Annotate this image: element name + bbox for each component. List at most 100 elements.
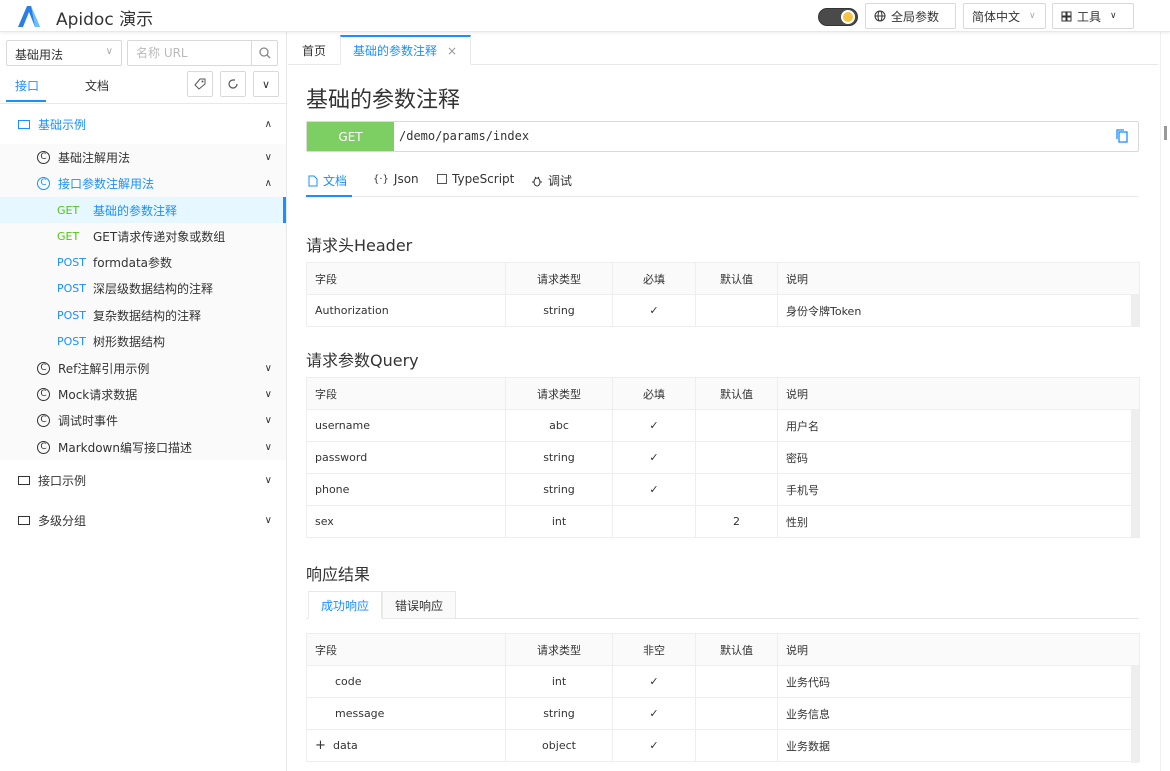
bug-icon — [532, 176, 542, 186]
cell-default — [695, 729, 778, 762]
tree-sub-label: 基础注解用法 — [58, 150, 131, 165]
tree-sub-label: Ref注解引用示例 — [58, 361, 150, 376]
divider — [306, 196, 1139, 197]
section-title-response: 响应结果 — [306, 565, 371, 584]
tag-filter-button[interactable] — [187, 71, 213, 97]
tree-sub-basic-annotation[interactable]: C 基础注解用法 ∨ — [0, 144, 286, 170]
cell-type: string — [505, 473, 613, 506]
table-scrollbar[interactable] — [1131, 295, 1139, 326]
tree-api-item[interactable]: GET GET请求传递对象或数组 — [0, 223, 286, 249]
tree-api-item[interactable]: POST 深层级数据结构的注释 — [0, 275, 286, 301]
tab-typescript[interactable]: TypeScript — [437, 172, 514, 186]
check-icon: ✓ — [612, 441, 696, 474]
tab-error-response[interactable]: 错误响应 — [382, 591, 457, 619]
tree-group-multilevel[interactable]: 多级分组 ∨ — [0, 507, 286, 533]
page-scrollbar[interactable] — [1160, 32, 1170, 771]
close-icon[interactable]: × — [447, 44, 457, 58]
chevron-down-icon: ∨ — [1029, 11, 1036, 21]
controller-icon: C — [37, 361, 50, 375]
response-table: 字段 请求类型 非空 默认值 说明 code int ✓ 业务代码 messag… — [306, 633, 1140, 762]
column-header: 默认值 — [695, 633, 778, 666]
chevron-down-icon: ∨ — [261, 77, 271, 91]
tab-success-response[interactable]: 成功响应 — [308, 591, 383, 619]
controller-icon: C — [37, 150, 50, 164]
scrollbar-thumb[interactable] — [1164, 126, 1167, 140]
tree-api-item[interactable]: POST formdata参数 — [0, 249, 286, 275]
section-title-header: 请求头Header — [306, 236, 413, 255]
method-badge: GET — [57, 203, 80, 217]
cell-default — [695, 665, 778, 698]
expand-icon[interactable]: + — [315, 738, 333, 753]
chevron-down-icon: ∨ — [264, 388, 272, 400]
tab-docs[interactable]: 文档 — [85, 77, 109, 94]
tree-sub-events[interactable]: C 调试时事件 ∨ — [0, 407, 286, 433]
chevron-down-icon: ∨ — [264, 441, 272, 453]
method-badge: POST — [57, 334, 86, 348]
chevron-down-icon: ∨ — [105, 46, 113, 57]
tab-home[interactable]: 首页 — [290, 35, 338, 65]
copy-icon[interactable] — [1116, 129, 1128, 143]
tree-api-item[interactable]: GET 基础的参数注释 — [0, 197, 286, 223]
controller-icon: C — [37, 387, 50, 401]
controller-icon: C — [37, 440, 50, 454]
refresh-button[interactable] — [220, 71, 246, 97]
typescript-icon — [437, 174, 447, 184]
tree-sub-label: Mock请求数据 — [58, 387, 138, 402]
tree-group-basic[interactable]: 基础示例 ∧ — [0, 111, 286, 137]
tree-sub-param-annotation[interactable]: C 接口参数注解用法 ∧ — [0, 170, 286, 196]
table-row: code int ✓ 业务代码 — [306, 665, 1140, 698]
api-label: 基础的参数注释 — [93, 203, 178, 218]
cell-desc: 密码 — [777, 441, 1140, 474]
tab-api[interactable]: 接口 — [15, 77, 39, 94]
column-header: 字段 — [306, 633, 506, 666]
collapse-all-button[interactable]: ∨ — [253, 71, 279, 97]
cell-field: password — [306, 441, 506, 474]
api-label: formdata参数 — [93, 255, 173, 270]
tab-label: 基础的参数注释 — [353, 44, 438, 58]
tree-api-item[interactable]: POST 复杂数据结构的注释 — [0, 302, 286, 328]
theme-toggle[interactable] — [818, 8, 858, 26]
table-row: Authorization string ✓ 身份令牌Token — [306, 294, 1140, 327]
check-icon: ✓ — [612, 729, 696, 762]
refresh-icon — [228, 79, 238, 89]
column-header: 说明 — [777, 377, 1140, 410]
language-select[interactable]: 简体中文 ∨ — [963, 3, 1046, 29]
tree-sub-ref[interactable]: C Ref注解引用示例 ∨ — [0, 355, 286, 381]
table-header-row: 字段 请求类型 必填 默认值 说明 — [306, 262, 1140, 295]
table-header-row: 字段 请求类型 非空 默认值 说明 — [306, 633, 1140, 666]
tab-json[interactable]: {·} Json — [373, 172, 419, 186]
cell-type: string — [505, 294, 613, 327]
column-header: 默认值 — [695, 262, 778, 295]
table-row: password string ✓ 密码 — [306, 441, 1140, 474]
page-title: 基础的参数注释 — [306, 88, 461, 113]
tab-doc[interactable]: 文档 — [308, 172, 347, 189]
cell-type: string — [505, 441, 613, 474]
cell-desc: 身份令牌Token — [777, 294, 1140, 327]
global-params-button[interactable]: 全局参数 — [865, 3, 956, 29]
group-select[interactable]: 基础用法 ∨ — [6, 40, 122, 66]
tab-current[interactable]: 基础的参数注释 × — [340, 35, 471, 65]
tree-api-item[interactable]: POST 树形数据结构 — [0, 328, 286, 354]
check-icon: ✓ — [612, 697, 696, 730]
search-button[interactable] — [251, 41, 277, 65]
api-label: 深层级数据结构的注释 — [93, 281, 214, 296]
column-header: 必填 — [612, 262, 696, 295]
tree-group-api-examples[interactable]: 接口示例 ∨ — [0, 467, 286, 493]
cell-field: + data — [306, 729, 506, 762]
cell-default — [695, 294, 778, 327]
tree-sub-markdown[interactable]: C Markdown编写接口描述 ∨ — [0, 434, 286, 460]
chevron-up-icon: ∧ — [264, 118, 272, 130]
method-badge: POST — [57, 281, 86, 295]
table-scrollbar[interactable] — [1131, 666, 1139, 763]
sun-icon — [841, 10, 855, 24]
tree-sub-mock[interactable]: C Mock请求数据 ∨ — [0, 381, 286, 407]
tools-button[interactable]: 工具 ∨ — [1052, 3, 1134, 29]
tree-sub-label: Markdown编写接口描述 — [58, 440, 192, 455]
tab-debug[interactable]: 调试 — [531, 172, 572, 189]
table-scrollbar[interactable] — [1131, 410, 1139, 538]
cell-default — [695, 697, 778, 730]
tab-label: 调试 — [548, 174, 573, 188]
cell-field: code — [306, 665, 506, 698]
cell-default — [695, 473, 778, 506]
search-input[interactable] — [128, 41, 252, 65]
